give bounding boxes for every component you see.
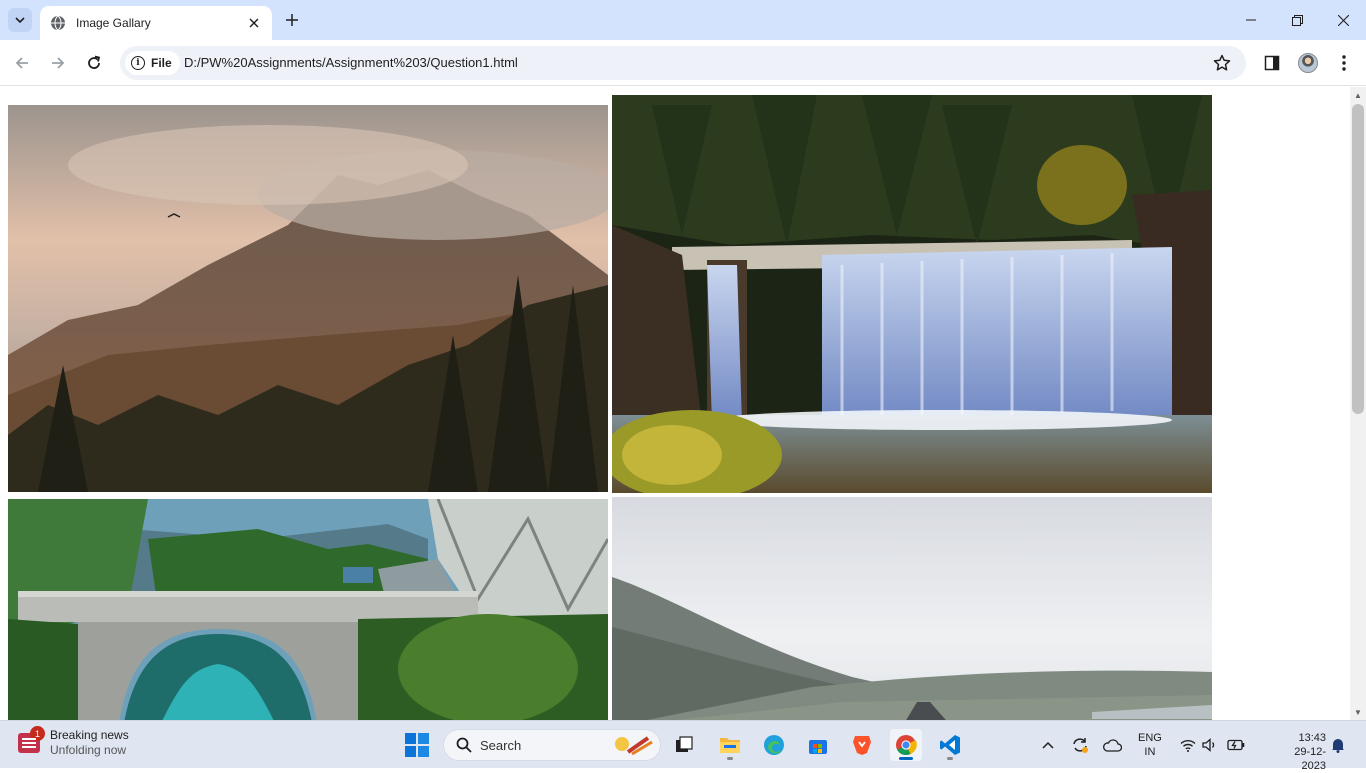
taskbar-chrome[interactable]: [890, 729, 922, 761]
taskbar-vscode[interactable]: [934, 729, 966, 761]
search-highlight-icon: [615, 736, 653, 756]
wifi-icon[interactable]: [1178, 735, 1198, 755]
clock-time: 13:43: [1298, 732, 1326, 744]
browser-tab[interactable]: Image Gallary: [40, 6, 272, 40]
tab-title: Image Gallary: [76, 16, 151, 30]
profile-avatar[interactable]: [1297, 52, 1319, 74]
search-label: Search: [480, 737, 522, 753]
brave-icon: [853, 736, 871, 755]
scroll-down-arrow-icon[interactable]: ▼: [1350, 704, 1366, 720]
site-info-chip[interactable]: i File: [125, 51, 180, 75]
tab-strip: Image Gallary: [0, 0, 1366, 40]
language-region: IN: [1144, 746, 1156, 758]
language-indicator[interactable]: ENG IN: [1138, 731, 1162, 759]
app-indicator: [947, 757, 953, 760]
onedrive-cloud-icon[interactable]: [1102, 735, 1122, 755]
close-tab-icon[interactable]: [246, 15, 262, 31]
gallery-image-waterfall: [612, 95, 1212, 493]
language-code: ENG: [1138, 732, 1162, 744]
scroll-up-arrow-icon[interactable]: ▲: [1350, 87, 1366, 103]
scrollbar-thumb[interactable]: [1352, 104, 1364, 414]
page-viewport: [0, 87, 1350, 720]
avatar: [1298, 53, 1318, 73]
news-widget[interactable]: 1 Breaking news Unfolding now: [18, 726, 129, 758]
info-icon: i: [131, 56, 145, 70]
taskbar-edge[interactable]: [758, 729, 790, 761]
close-icon: [1337, 14, 1349, 26]
chevron-down-icon: [15, 17, 25, 24]
windows-start-icon[interactable]: [405, 733, 429, 757]
address-bar[interactable]: i File D:/PW%20Assignments/Assignment%20…: [120, 46, 1246, 80]
gallery-image-road: [612, 497, 1212, 720]
news-badge: 1: [30, 726, 45, 741]
news-title: Breaking news: [50, 728, 129, 742]
taskbar-search-box[interactable]: Search: [443, 729, 661, 761]
bookmark-star-icon[interactable]: [1212, 53, 1232, 73]
browser-toolbar: i File D:/PW%20Assignments/Assignment%20…: [0, 40, 1366, 86]
gallery-image-bridge: [8, 499, 608, 720]
forward-button[interactable]: [45, 50, 71, 76]
restore-button[interactable]: [1274, 0, 1320, 40]
vscode-icon: [940, 735, 960, 755]
globe-icon: [51, 15, 65, 31]
back-button[interactable]: [9, 50, 35, 76]
taskbar-brave[interactable]: [846, 729, 878, 761]
app-indicator: [899, 757, 913, 760]
taskbar-store[interactable]: [802, 729, 834, 761]
more-menu-icon[interactable]: [1333, 52, 1355, 74]
folder-icon: [720, 738, 740, 753]
tab-search-button[interactable]: [8, 8, 32, 32]
tray-overflow-chevron-icon[interactable]: [1038, 735, 1058, 755]
reload-icon: [88, 55, 101, 69]
plus-icon: [286, 14, 298, 26]
new-tab-button[interactable]: [282, 10, 302, 30]
news-subtitle: Unfolding now: [50, 743, 127, 757]
edge-icon: [764, 735, 784, 755]
search-icon: [456, 737, 472, 753]
page-scrollbar[interactable]: ▲ ▼: [1350, 87, 1366, 720]
notification-bell-icon[interactable]: [1328, 735, 1348, 755]
store-icon: [809, 740, 827, 754]
side-panel-icon[interactable]: [1261, 52, 1283, 74]
app-indicator: [727, 757, 733, 760]
battery-icon[interactable]: [1226, 735, 1246, 755]
taskbar-file-explorer[interactable]: [714, 729, 746, 761]
minimize-button[interactable]: [1228, 0, 1274, 40]
url-text[interactable]: D:/PW%20Assignments/Assignment%203/Quest…: [184, 55, 518, 70]
news-icon: 1: [18, 726, 45, 753]
reload-button[interactable]: [81, 50, 107, 76]
gallery-image-mountain: [8, 105, 608, 492]
windows-taskbar: 1 Breaking news Unfolding now Search ENG…: [0, 720, 1366, 772]
arrow-left-icon: [15, 57, 28, 69]
close-window-button[interactable]: [1320, 0, 1366, 40]
task-view-icon: [676, 736, 693, 752]
clock-date: 29-12-2023: [1294, 746, 1326, 772]
arrow-right-icon: [52, 57, 65, 69]
restore-icon: [1291, 14, 1303, 26]
volume-icon[interactable]: [1200, 735, 1220, 755]
chrome-icon: [896, 735, 917, 755]
system-clock[interactable]: 13:43 29-12-2023: [1282, 731, 1326, 773]
minimize-icon: [1246, 19, 1256, 21]
sync-icon[interactable]: [1070, 735, 1090, 755]
site-info-label: File: [151, 56, 172, 70]
taskbar-task-view[interactable]: [668, 729, 700, 761]
